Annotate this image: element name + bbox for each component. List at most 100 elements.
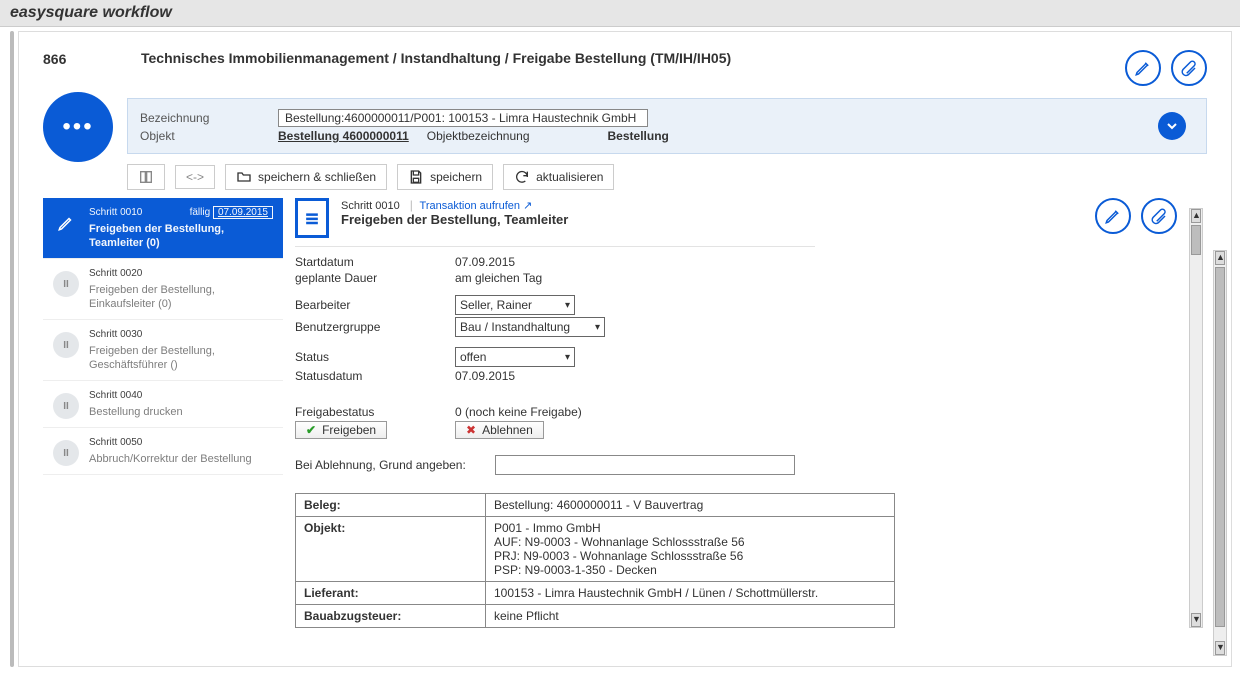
scroll-up-icon[interactable]: ▲	[1215, 251, 1225, 265]
save-close-label: speichern & schließen	[258, 170, 376, 184]
detail-attach-button[interactable]	[1141, 198, 1177, 234]
object-table: Beleg: Bestellung: 4600000011 - V Bauver…	[295, 493, 895, 628]
step-0050[interactable]: II Schritt 0050 Abbruch/Korrektur der Be…	[43, 428, 283, 475]
doc-id: 866	[43, 50, 123, 67]
pause-icon: II	[53, 271, 79, 297]
reject-button[interactable]: ✖Ablehnen	[455, 421, 544, 439]
gruppe-label: Benutzergruppe	[295, 320, 455, 334]
dots-icon: •••	[62, 113, 93, 141]
chevron-down-icon	[1164, 118, 1180, 134]
table-row: Objekt: P001 - Immo GmbH AUF: N9-0003 - …	[296, 517, 895, 582]
step-no: Schritt 0050	[89, 436, 252, 450]
toolbar: <-> speichern & schließen speichern aktu…	[127, 164, 1207, 190]
statusdatum-value: 07.09.2015	[455, 369, 515, 383]
refresh-label: aktualisieren	[536, 170, 603, 184]
table-row: Beleg: Bestellung: 4600000011 - V Bauver…	[296, 494, 895, 517]
paperclip-icon	[1150, 207, 1168, 225]
freigabe-value: 0 (noch keine Freigabe)	[455, 405, 582, 419]
detail-edit-button[interactable]	[1095, 198, 1131, 234]
breadcrumb: Technisches Immobilienmanagement / Insta…	[141, 50, 1107, 66]
bearbeiter-select[interactable]: Seller, Rainer▾	[455, 295, 575, 315]
table-row: Bauabzugsteuer: keine Pflicht	[296, 605, 895, 628]
pencil-icon	[1134, 59, 1152, 77]
step-no: Schritt 0010	[89, 206, 142, 220]
beleg-value: Bestellung: 4600000011 - V Bauvertrag	[486, 494, 895, 517]
collapse-button[interactable]	[1158, 112, 1186, 140]
start-value: 07.09.2015	[455, 255, 515, 269]
bezeichnung-value: Bestellung:4600000011/P001: 100153 - Lim…	[278, 109, 648, 127]
scroll-thumb[interactable]	[1215, 267, 1225, 627]
reject-reason-input[interactable]	[495, 455, 795, 475]
save-label: speichern	[430, 170, 482, 184]
step-0020[interactable]: II Schritt 0020 Freigeben der Bestellung…	[43, 259, 283, 320]
pause-icon: II	[53, 332, 79, 358]
detail-step-no: Schritt 0010	[341, 200, 400, 212]
caret-icon: ▾	[565, 300, 570, 311]
pause-icon: II	[53, 393, 79, 419]
detail-scrollbar[interactable]: ▲ ▼	[1189, 208, 1203, 628]
pause-icon: II	[53, 440, 79, 466]
beleg-label: Beleg:	[296, 494, 486, 517]
actions-menu-button[interactable]: •••	[43, 92, 113, 162]
edit-button[interactable]	[1125, 50, 1161, 86]
scroll-down-icon[interactable]: ▼	[1191, 613, 1201, 627]
step-list: Schritt 0010 fällig 07.09.2015 Freigeben…	[43, 198, 283, 638]
step-no: Schritt 0030	[89, 328, 273, 342]
caret-icon: ▾	[565, 352, 570, 363]
objekt-label: Objekt:	[296, 517, 486, 582]
attach-button[interactable]	[1171, 50, 1207, 86]
step-title: Bestellung drucken	[89, 405, 183, 419]
statusdatum-label: Statusdatum	[295, 369, 455, 383]
scroll-thumb[interactable]	[1191, 225, 1201, 255]
status-label: Status	[295, 350, 455, 364]
pencil-icon	[1104, 207, 1122, 225]
step-0040[interactable]: II Schritt 0040 Bestellung drucken	[43, 381, 283, 428]
step-title: Freigeben der Bestellung, Geschäftsführe…	[89, 344, 273, 372]
page-scrollbar[interactable]: ▲ ▼	[1213, 250, 1227, 656]
objbez-label: Objektbezeichnung	[427, 129, 530, 143]
page: 866 Technisches Immobilienmanagement / I…	[18, 31, 1232, 667]
objekt-label: Objekt	[140, 129, 260, 143]
step-no: Schritt 0040	[89, 389, 183, 403]
approve-button[interactable]: ✔Freigeben	[295, 421, 387, 439]
paperclip-icon	[1180, 59, 1198, 77]
due-label: fällig	[190, 207, 211, 218]
save-button[interactable]: speichern	[397, 164, 493, 190]
dauer-label: geplante Dauer	[295, 271, 455, 285]
scroll-down-icon[interactable]: ▼	[1215, 641, 1225, 655]
transaction-link[interactable]: Transaktion aufrufen ↗	[420, 200, 533, 212]
reject-reason-label: Bei Ablehnung, Grund angeben:	[295, 458, 495, 472]
step-title: Abbruch/Korrektur der Bestellung	[89, 452, 252, 466]
start-label: Startdatum	[295, 255, 455, 269]
detail-panel: ▲ ▼ Schritt 0010 | Transaktion aufrufen	[295, 198, 1207, 638]
scroll-up-icon[interactable]: ▲	[1191, 209, 1201, 223]
bearbeiter-label: Bearbeiter	[295, 298, 455, 312]
lieferant-value: 100153 - Limra Haustechnik GmbH / Lünen …	[486, 582, 895, 605]
detail-title: Freigeben der Bestellung, Teamleiter	[341, 212, 568, 227]
status-select[interactable]: offen▾	[455, 347, 575, 367]
step-no: Schritt 0020	[89, 267, 273, 281]
objekt-value: P001 - Immo GmbH AUF: N9-0003 - Wohnanla…	[486, 517, 895, 582]
expand-button[interactable]: <->	[175, 165, 215, 189]
outer-divider	[10, 31, 14, 667]
info-panel: Bezeichnung Bestellung:4600000011/P001: …	[127, 98, 1207, 154]
bauabzug-value: keine Pflicht	[486, 605, 895, 628]
caret-icon: ▾	[595, 322, 600, 333]
step-0030[interactable]: II Schritt 0030 Freigeben der Bestellung…	[43, 320, 283, 381]
save-icon	[408, 169, 424, 185]
gruppe-select[interactable]: Bau / Instandhaltung▾	[455, 317, 605, 337]
due-date: 07.09.2015	[213, 206, 273, 219]
save-close-button[interactable]: speichern & schließen	[225, 164, 387, 190]
document-icon	[295, 198, 329, 238]
lieferant-label: Lieferant:	[296, 582, 486, 605]
refresh-button[interactable]: aktualisieren	[503, 164, 614, 190]
split-button[interactable]	[127, 164, 165, 190]
pencil-icon	[53, 210, 79, 236]
objbez-value: Bestellung	[608, 129, 669, 143]
bauabzug-label: Bauabzugsteuer:	[296, 605, 486, 628]
refresh-icon	[514, 169, 530, 185]
step-0010[interactable]: Schritt 0010 fällig 07.09.2015 Freigeben…	[43, 198, 283, 259]
objekt-link[interactable]: Bestellung 4600000011	[278, 129, 409, 143]
check-icon: ✔	[306, 423, 316, 437]
step-title: Freigeben der Bestellung, Teamleiter (0)	[89, 222, 273, 250]
